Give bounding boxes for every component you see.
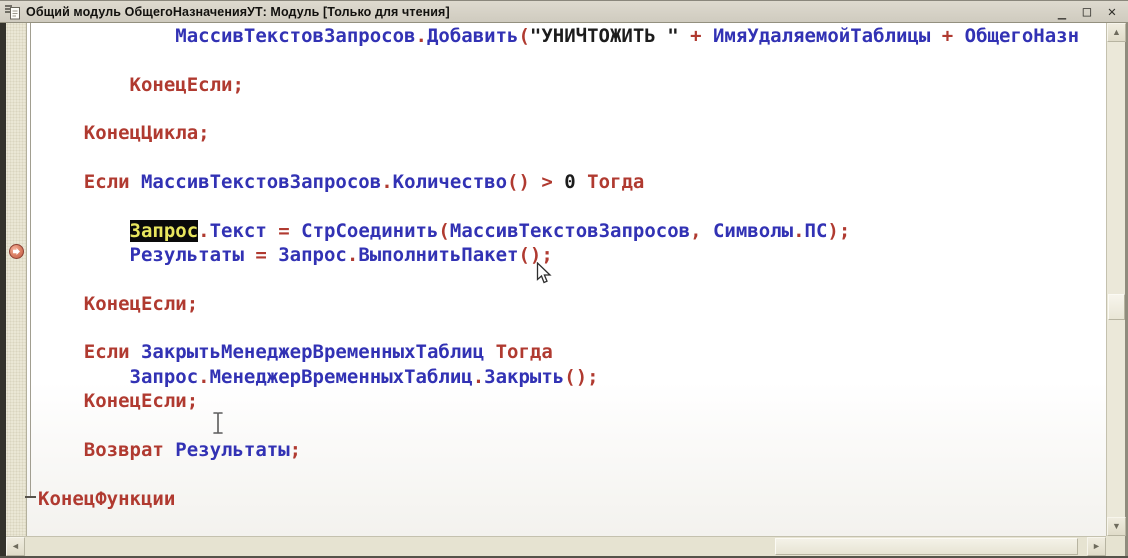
scrollbar-corner <box>1106 536 1125 556</box>
window-title: Общий модуль ОбщегоНазначенияУТ: Модуль … <box>26 5 450 19</box>
code-line <box>38 267 1106 291</box>
close-button[interactable]: ✕ <box>1104 4 1120 20</box>
code-line <box>38 97 1106 121</box>
maximize-button[interactable]: □ <box>1079 4 1095 20</box>
code-line <box>38 194 1106 218</box>
code-line <box>38 462 1106 486</box>
code-line: КонецЦикла; <box>38 121 1106 145</box>
module-document-icon <box>4 3 21 20</box>
code-line <box>38 316 1106 340</box>
current-statement-marker-icon <box>9 244 24 259</box>
scroll-left-button[interactable]: ◄ <box>6 537 25 556</box>
window-controls: _ □ ✕ <box>1054 1 1120 23</box>
code-line <box>38 146 1106 170</box>
code-line: КонецЕсли; <box>38 73 1106 97</box>
code-line <box>38 48 1106 72</box>
vertical-scrollbar[interactable]: ▲ ▼ <box>1106 23 1125 536</box>
scroll-right-button[interactable]: ► <box>1087 537 1106 556</box>
scroll-up-button[interactable]: ▲ <box>1107 23 1126 42</box>
fold-collapse-marker[interactable] <box>25 496 36 498</box>
code-line: Запрос.Текст = СтрСоединить(МассивТексто… <box>38 219 1106 243</box>
code-line: Запрос.МенеджерВременныхТаблиц.Закрыть()… <box>38 365 1106 389</box>
scroll-down-button[interactable]: ▼ <box>1107 517 1126 536</box>
code-line <box>38 414 1106 438</box>
module-editor-window: Общий модуль ОбщегоНазначенияУТ: Модуль … <box>0 0 1128 558</box>
vertical-scroll-thumb[interactable] <box>1108 294 1125 320</box>
fold-guide-line <box>30 23 31 496</box>
code-line: МассивТекстовЗапросов.Добавить("УНИЧТОЖИ… <box>38 24 1106 48</box>
minimize-button[interactable]: _ <box>1054 4 1070 20</box>
mouse-cursor-arrow-icon <box>536 262 554 285</box>
code-line: Результаты = Запрос.ВыполнитьПакет(); <box>38 243 1106 267</box>
code-line: КонецЕсли; <box>38 292 1106 316</box>
code-line: Если ЗакрытьМенеджерВременныхТаблиц Тогд… <box>38 340 1106 364</box>
code-lines: МассивТекстовЗапросов.Добавить("УНИЧТОЖИ… <box>27 24 1106 511</box>
code-line: КонецФункции <box>38 487 1106 511</box>
code-line: КонецЕсли; <box>38 389 1106 413</box>
i-beam-cursor-icon <box>211 411 225 435</box>
code-line: Если МассивТекстовЗапросов.Количество() … <box>38 170 1106 194</box>
horizontal-scrollbar[interactable]: ◄ ► <box>6 536 1106 556</box>
code-line: Возврат Результаты; <box>38 438 1106 462</box>
horizontal-scroll-thumb[interactable] <box>775 538 1078 555</box>
editor-gutter[interactable] <box>6 23 27 536</box>
title-bar[interactable]: Общий модуль ОбщегоНазначенияУТ: Модуль … <box>0 1 1128 23</box>
code-area[interactable]: МассивТекстовЗапросов.Добавить("УНИЧТОЖИ… <box>27 23 1106 536</box>
